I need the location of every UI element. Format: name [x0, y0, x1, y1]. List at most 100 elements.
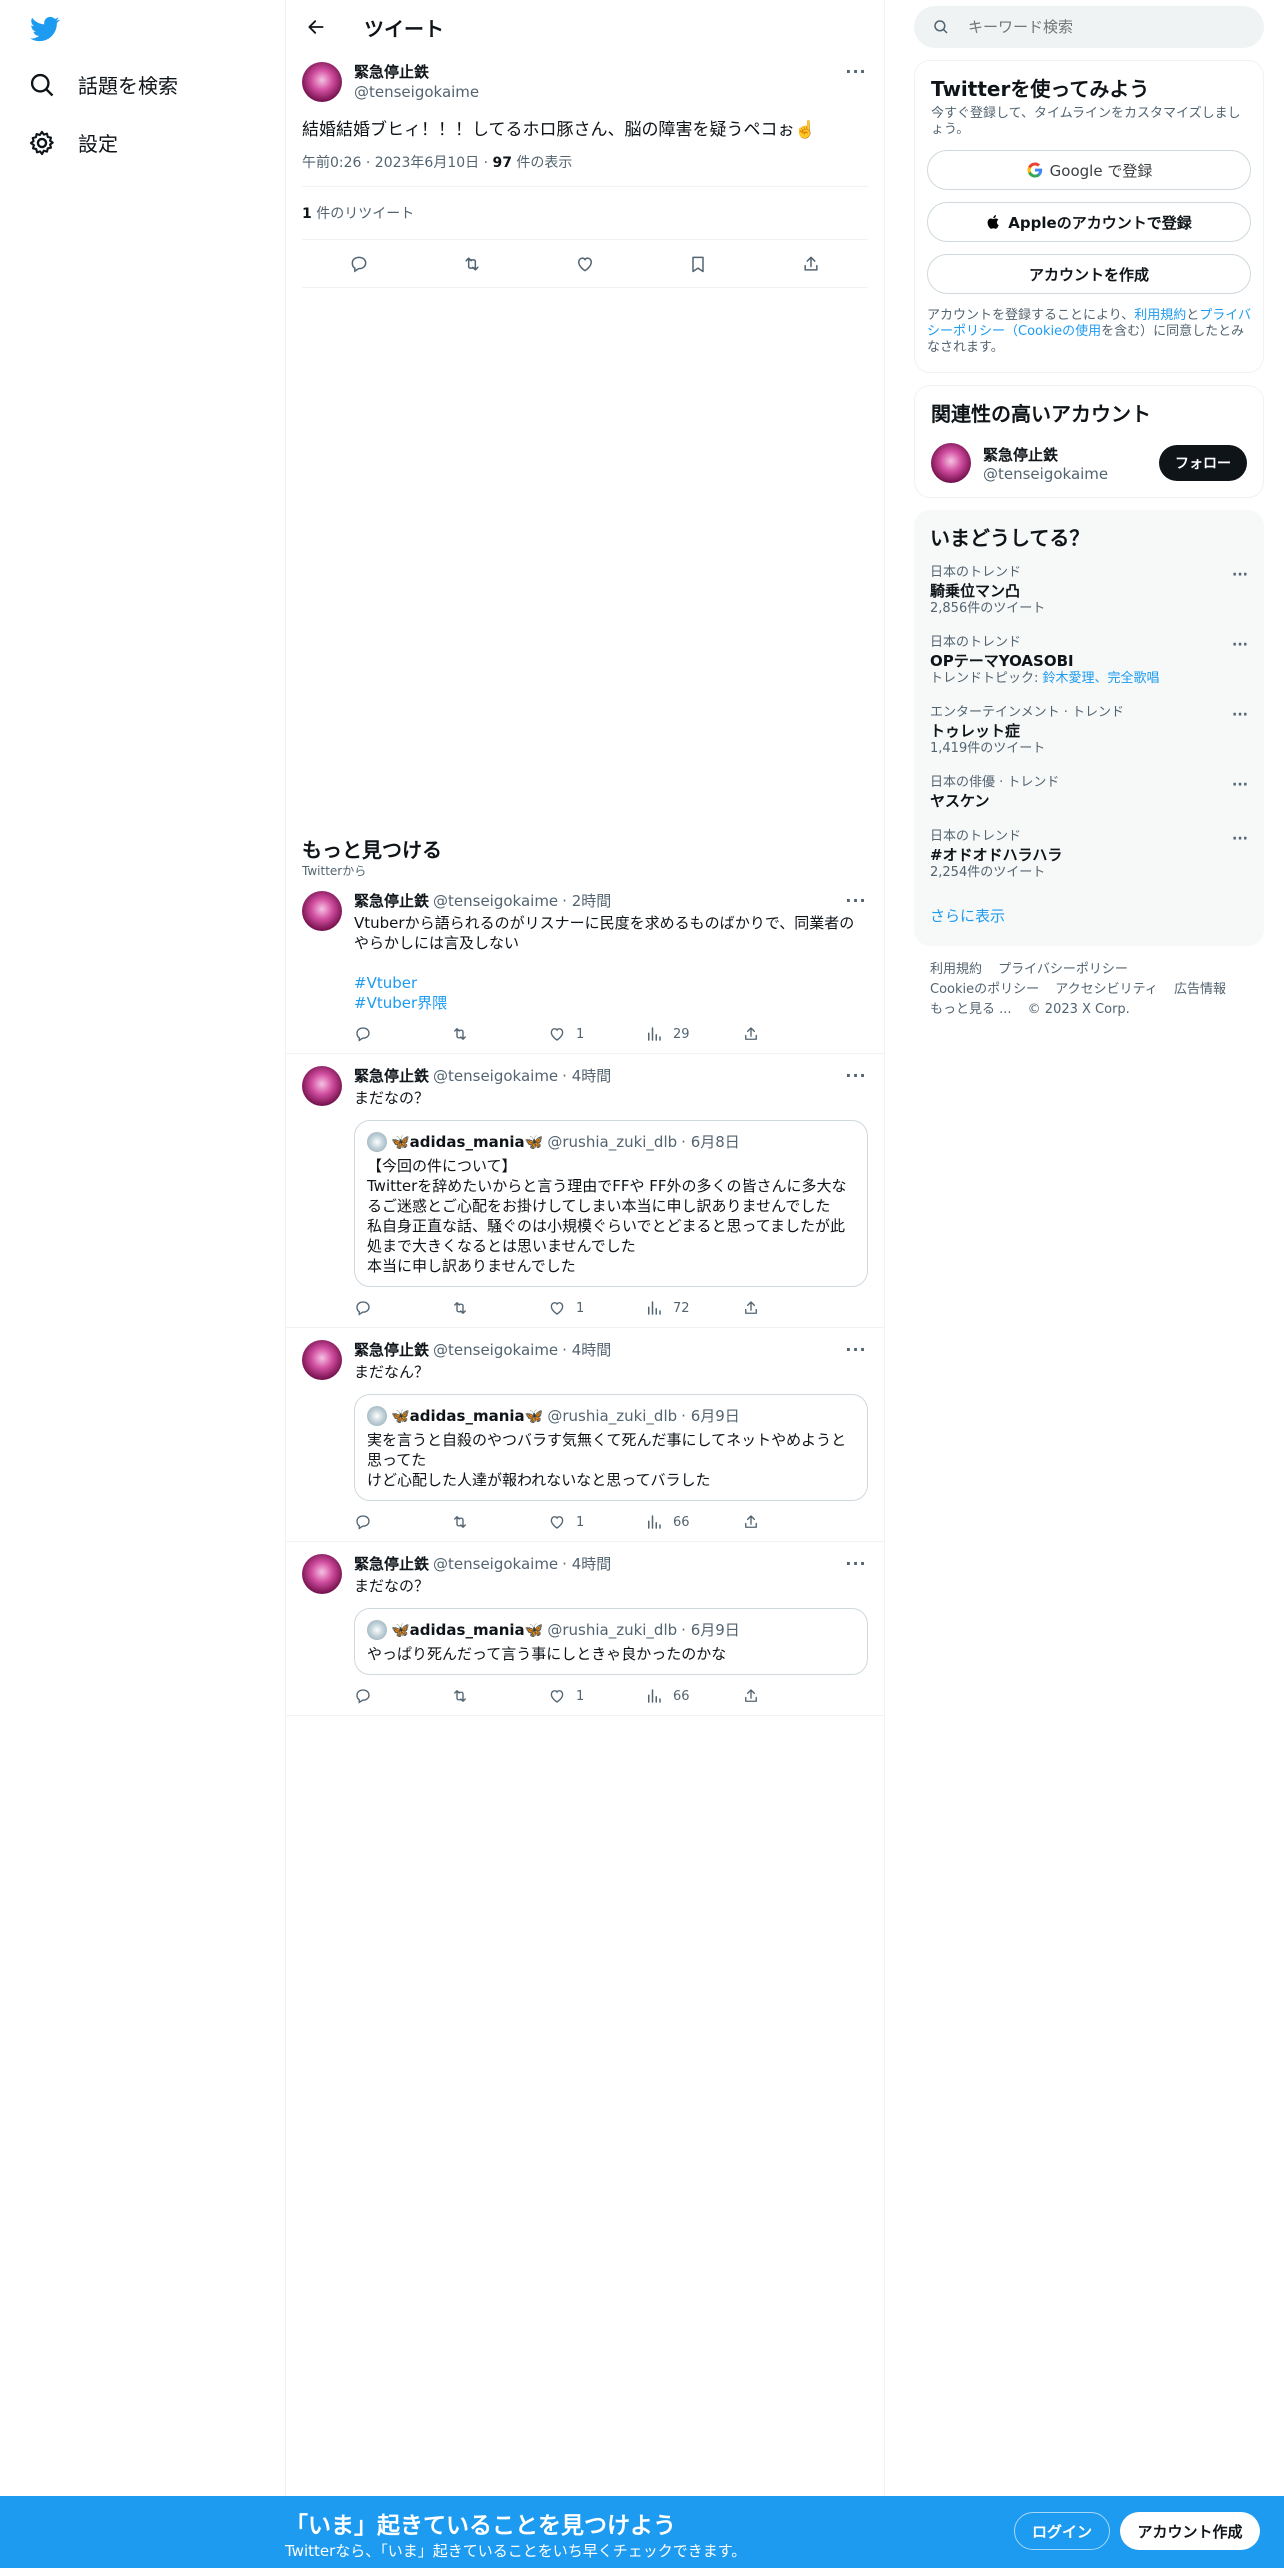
- share-button[interactable]: [742, 1025, 839, 1043]
- search-box[interactable]: [914, 6, 1264, 48]
- retweet-button[interactable]: [451, 1025, 548, 1043]
- tweet-time[interactable]: · 4時間: [562, 1066, 611, 1086]
- more-options-icon[interactable]: ···: [1232, 777, 1248, 793]
- login-button[interactable]: ログイン: [1014, 2512, 1110, 2550]
- quote-author-name: 🦋adidas_mania🦋: [391, 1132, 544, 1151]
- reply-button[interactable]: [354, 1687, 451, 1705]
- terms-link[interactable]: 利用規約: [1134, 308, 1186, 323]
- trend-item[interactable]: 日本のトレンド 騎乗位マン凸 2,856件のツイート ···: [914, 555, 1264, 625]
- quote-tweet[interactable]: 🦋adidas_mania🦋 @rushia_zuki_dlb · 6月9日 や…: [354, 1608, 868, 1675]
- google-signup-button[interactable]: Google で登録: [927, 150, 1251, 190]
- views-button[interactable]: 29: [645, 1025, 742, 1043]
- views-button[interactable]: 66: [645, 1513, 742, 1531]
- retweet-button[interactable]: [451, 1687, 548, 1705]
- trend-topic-link[interactable]: 鈴木愛理、完全歌唱: [1043, 671, 1160, 686]
- avatar[interactable]: [302, 1554, 342, 1594]
- like-button[interactable]: 1: [548, 1025, 645, 1043]
- tweet-text: まだなん？: [354, 1363, 430, 1381]
- author-name[interactable]: 緊急停止鉄: [354, 62, 844, 82]
- tweet-author-name[interactable]: 緊急停止鉄: [354, 1554, 429, 1574]
- footer-link-ads[interactable]: 広告情報: [1174, 982, 1226, 997]
- back-button[interactable]: [302, 13, 330, 41]
- avatar[interactable]: [302, 1340, 342, 1380]
- avatar[interactable]: [302, 891, 342, 931]
- footer-link-accessibility[interactable]: アクセシビリティ: [1055, 982, 1158, 997]
- footer-link-cookie[interactable]: Cookieのポリシー: [930, 982, 1039, 997]
- retweet-button[interactable]: [451, 1513, 548, 1531]
- quote-tweet[interactable]: 🦋adidas_mania🦋 @rushia_zuki_dlb · 6月9日 実…: [354, 1394, 868, 1501]
- search-input[interactable]: [968, 18, 1228, 36]
- share-icon[interactable]: [801, 254, 821, 274]
- views-button[interactable]: 66: [645, 1687, 742, 1705]
- related-account[interactable]: 緊急停止鉄 @tenseigokaime フォロー: [915, 431, 1263, 497]
- tweet-card[interactable]: 緊急停止鉄 @tenseigokaime · 4時間 ··· まだなの？ 🦋ad…: [286, 1542, 884, 1716]
- reply-button[interactable]: [354, 1299, 451, 1317]
- footer-link-privacy[interactable]: プライバシーポリシー: [998, 962, 1128, 977]
- tweet-author-name[interactable]: 緊急停止鉄: [354, 891, 429, 911]
- analytics-icon: [648, 1301, 661, 1315]
- more-options-icon[interactable]: ···: [844, 1066, 868, 1086]
- tweet-author-handle[interactable]: @tenseigokaime: [433, 1554, 558, 1574]
- apple-signup-button[interactable]: Appleのアカウントで登録: [927, 202, 1251, 242]
- create-account-button[interactable]: アカウントを作成: [927, 254, 1251, 294]
- avatar[interactable]: [302, 1066, 342, 1106]
- hashtag-link[interactable]: #Vtuber: [354, 973, 868, 993]
- avatar[interactable]: [302, 62, 342, 102]
- views-button[interactable]: 72: [645, 1299, 742, 1317]
- author-handle[interactable]: @tenseigokaime: [354, 82, 844, 102]
- trend-item[interactable]: 日本のトレンド OPテーマYOASOBI トレンドトピック: 鈴木愛理、完全歌唱…: [914, 625, 1264, 695]
- more-options-icon[interactable]: ···: [1232, 707, 1248, 723]
- more-options-icon[interactable]: ···: [1232, 637, 1248, 653]
- tweet-card[interactable]: 緊急停止鉄 @tenseigokaime · 4時間 ··· まだなん？ 🦋ad…: [286, 1328, 884, 1542]
- share-button[interactable]: [742, 1687, 839, 1705]
- nav-explore[interactable]: 話題を検索: [28, 70, 178, 99]
- more-options-icon[interactable]: ···: [844, 891, 868, 911]
- more-options-icon[interactable]: ···: [844, 62, 868, 81]
- like-icon[interactable]: [575, 254, 595, 274]
- footer-link-terms[interactable]: 利用規約: [930, 962, 982, 977]
- trend-item[interactable]: エンターテインメント · トレンド トゥレット症 1,419件のツイート ···: [914, 695, 1264, 765]
- avatar[interactable]: [931, 443, 971, 483]
- nav-settings[interactable]: 設定: [28, 128, 118, 157]
- tweet-author-handle[interactable]: @tenseigokaime: [433, 891, 558, 911]
- tweet-time[interactable]: 午前0:26 · 2023年6月10日 ·: [302, 155, 493, 171]
- follow-button[interactable]: フォロー: [1159, 445, 1247, 481]
- retweet-stats[interactable]: 1 件のリツイート: [302, 187, 868, 240]
- tweet-time[interactable]: · 4時間: [562, 1340, 611, 1360]
- like-button[interactable]: 1: [548, 1299, 645, 1317]
- more-options-icon[interactable]: ···: [1232, 567, 1248, 583]
- tweet-author-name[interactable]: 緊急停止鉄: [354, 1066, 429, 1086]
- tweet-time[interactable]: · 4時間: [562, 1554, 611, 1574]
- quote-text: 実を言うと自殺のやつバラす気無くて死んだ事にしてネットやめようと思ってた けど心…: [367, 1431, 847, 1489]
- reply-button[interactable]: [354, 1025, 451, 1043]
- twitter-logo-icon[interactable]: [28, 14, 62, 44]
- related-account-handle[interactable]: @tenseigokaime: [983, 465, 1108, 483]
- share-button[interactable]: [742, 1299, 839, 1317]
- tweet-card[interactable]: 緊急停止鉄 @tenseigokaime · 4時間 ··· まだなの？ 🦋ad…: [286, 1054, 884, 1328]
- retweet-icon[interactable]: [462, 254, 482, 274]
- tweet-time[interactable]: · 2時間: [562, 891, 611, 911]
- like-button[interactable]: 1: [548, 1687, 645, 1705]
- footer-more-link[interactable]: もっと見る ...: [930, 1002, 1012, 1017]
- more-options-icon[interactable]: ···: [1232, 831, 1248, 847]
- tweet-author-handle[interactable]: @tenseigokaime: [433, 1340, 558, 1360]
- more-options-icon[interactable]: ···: [844, 1340, 868, 1360]
- trend-item[interactable]: 日本のトレンド #オドオドハラハラ 2,254件のツイート ···: [914, 819, 1264, 889]
- bookmark-icon[interactable]: [688, 254, 708, 274]
- tweet-card[interactable]: 緊急停止鉄 @tenseigokaime · 2時間 ··· Vtuberから語…: [286, 879, 884, 1054]
- tweet-author-handle[interactable]: @tenseigokaime: [433, 1066, 558, 1086]
- signup-button[interactable]: アカウント作成: [1120, 2512, 1260, 2550]
- show-more-link[interactable]: さらに表示: [914, 889, 1264, 946]
- tweet-author-name[interactable]: 緊急停止鉄: [354, 1340, 429, 1360]
- search-icon: [30, 73, 54, 96]
- trend-item[interactable]: 日本の俳優 · トレンド ヤスケン ···: [914, 765, 1264, 819]
- related-account-name[interactable]: 緊急停止鉄: [983, 444, 1108, 465]
- hashtag-link[interactable]: #Vtuber界隈: [354, 993, 868, 1013]
- more-options-icon[interactable]: ···: [844, 1554, 868, 1574]
- like-button[interactable]: 1: [548, 1513, 645, 1531]
- reply-button[interactable]: [354, 1513, 451, 1531]
- retweet-button[interactable]: [451, 1299, 548, 1317]
- share-button[interactable]: [742, 1513, 839, 1531]
- quote-tweet[interactable]: 🦋adidas_mania🦋 @rushia_zuki_dlb · 6月8日 【…: [354, 1120, 868, 1287]
- reply-icon[interactable]: [349, 254, 369, 274]
